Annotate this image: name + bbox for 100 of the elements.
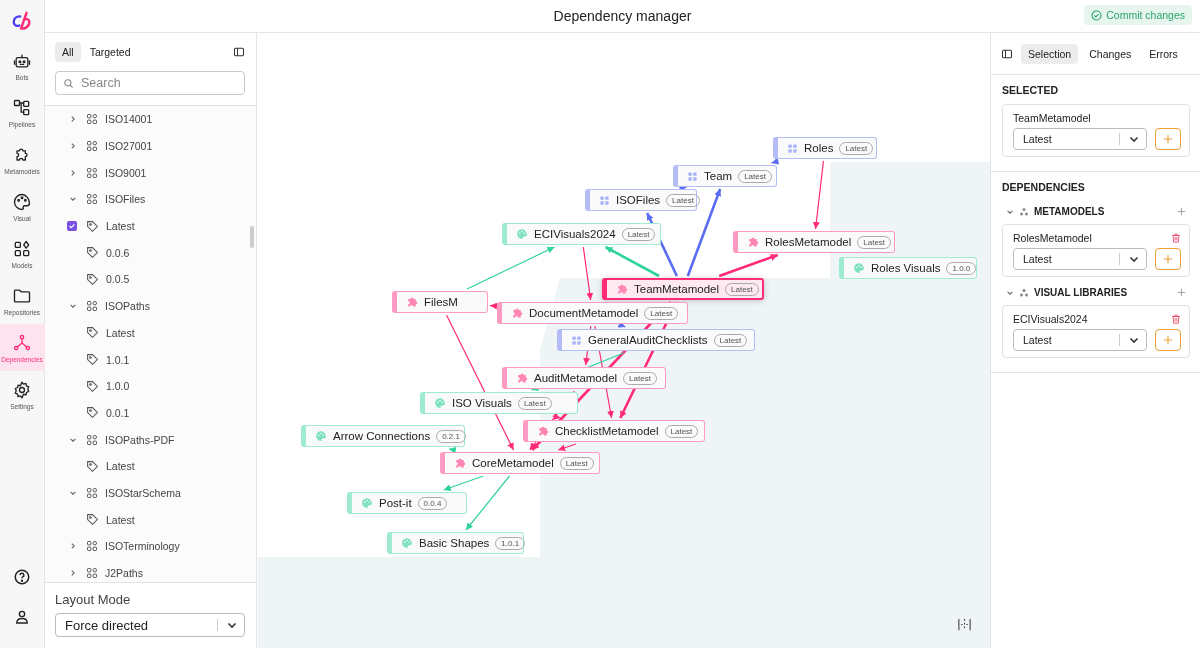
tag-icon: [86, 272, 99, 286]
panel-toggle-icon[interactable]: [1001, 47, 1013, 60]
model-icon: [86, 166, 98, 179]
chevron-icon[interactable]: [69, 195, 77, 204]
graph-node[interactable]: TeamMetamodel Latest: [602, 278, 764, 300]
columns-icon[interactable]: [957, 617, 972, 632]
graph-node[interactable]: ECIVisuals2024 Latest: [502, 223, 661, 245]
graph-node[interactable]: ISO Visuals Latest: [420, 392, 578, 414]
tree-item[interactable]: 1.0.0: [106, 380, 130, 393]
tag-icon: [86, 459, 99, 473]
tree-item[interactable]: ISO14001: [105, 113, 153, 126]
network-icon: [12, 332, 32, 353]
chevron-icon[interactable]: [69, 542, 77, 551]
chevron-icon[interactable]: [69, 302, 77, 311]
tree-item[interactable]: 1.0.1: [106, 353, 130, 366]
model-icon: [86, 567, 98, 580]
palette-icon: [434, 397, 446, 409]
filter-tab[interactable]: Targeted: [82, 42, 138, 62]
check-circle-icon: [1091, 9, 1103, 21]
tree-item[interactable]: ISOFiles: [105, 193, 146, 206]
grid-icon: [599, 194, 610, 206]
version-select[interactable]: Latest: [1013, 248, 1147, 270]
layout-mode-select[interactable]: Force directed: [55, 613, 245, 637]
puzzle-icon: [511, 307, 523, 319]
tag-icon: [86, 513, 99, 527]
version-checkbox[interactable]: [67, 221, 77, 232]
tree-item[interactable]: 0.0.5: [106, 273, 130, 286]
graph-node[interactable]: Post-it 0.0.4: [347, 492, 467, 514]
graph-node[interactable]: RolesMetamodel Latest: [733, 231, 895, 253]
tree-item[interactable]: ISO27001: [105, 140, 153, 153]
tree-item[interactable]: ISOPaths: [105, 300, 150, 313]
tag-icon: [86, 406, 99, 420]
tree-item[interactable]: Latest: [106, 513, 135, 526]
user-icon[interactable]: [13, 608, 31, 626]
cluster-icon: [1019, 287, 1029, 298]
graph-node[interactable]: Basic Shapes 1.0.1: [387, 532, 524, 554]
tree-item[interactable]: Latest: [106, 460, 135, 473]
puzzle-icon: [454, 457, 466, 469]
panel-tab[interactable]: Selection: [1021, 43, 1079, 64]
graph-node[interactable]: CoreMetamodel Latest: [440, 452, 600, 474]
search-field[interactable]: Search: [55, 71, 245, 95]
palette-icon: [853, 262, 865, 274]
plus-icon: [1163, 254, 1173, 264]
tree-item[interactable]: Latest: [106, 220, 135, 233]
tree-item[interactable]: Latest: [106, 326, 135, 339]
tree-item[interactable]: 0.0.6: [106, 246, 130, 259]
graph-node[interactable]: ChecklistMetamodel Latest: [523, 420, 705, 442]
graph-node[interactable]: FilesM: [392, 291, 488, 313]
puzzle-icon: [516, 372, 528, 384]
add-icon[interactable]: [1177, 207, 1186, 216]
package-name: RolesMetamodel: [1013, 232, 1092, 244]
model-icon: [86, 193, 98, 206]
model-icon: [86, 486, 98, 499]
chevron-icon[interactable]: [69, 115, 77, 124]
tree-item[interactable]: J2Paths: [105, 567, 143, 580]
version-select[interactable]: Latest: [1013, 128, 1147, 150]
trash-icon[interactable]: [1171, 314, 1181, 324]
graph-node[interactable]: Team Latest: [673, 165, 777, 187]
graph-node[interactable]: Roles Latest: [773, 137, 877, 159]
trash-icon[interactable]: [1171, 233, 1181, 243]
tree-item[interactable]: ISOPaths-PDF: [105, 433, 175, 446]
search-icon: [63, 77, 74, 89]
dependency-arrow: [770, 157, 780, 165]
panel-tab[interactable]: Changes: [1082, 43, 1139, 64]
chevron-icon[interactable]: [69, 142, 77, 151]
model-icon: [86, 540, 98, 553]
palette-icon: [315, 430, 327, 442]
palette-icon: [401, 537, 413, 549]
tree-item[interactable]: ISO9001: [105, 166, 147, 179]
graph-node[interactable]: AuditMetamodel Latest: [502, 367, 666, 389]
puzzle-icon: [616, 283, 628, 295]
tag-icon: [86, 379, 99, 393]
chevron-icon[interactable]: [69, 168, 77, 177]
grid-icon: [571, 334, 582, 346]
tag-icon: [86, 246, 99, 260]
tree-item[interactable]: ISOTerminology: [105, 540, 180, 553]
section-heading: DEPENDENCIES: [1002, 181, 1086, 193]
graph-node[interactable]: ISOFiles Latest: [585, 189, 697, 211]
chevron-icon[interactable]: [69, 569, 77, 578]
add-icon[interactable]: [1177, 288, 1186, 297]
tree-item[interactable]: ISOStarSchema: [105, 486, 181, 499]
puzzle-icon: [537, 425, 549, 437]
page-title: Dependency manager: [553, 8, 692, 24]
panel-tab[interactable]: Errors: [1142, 43, 1185, 64]
settings-icon: [12, 379, 32, 400]
version-select[interactable]: Latest: [1013, 329, 1147, 351]
graph-node[interactable]: Arrow Connections 0.2.1: [301, 425, 465, 447]
cluster-icon: [1019, 206, 1029, 217]
graph-node[interactable]: Roles Visuals 1.0.0: [839, 257, 977, 279]
plus-icon: [1163, 134, 1173, 144]
puzzle-icon: [747, 236, 759, 248]
group-heading: METAMODELS: [1034, 206, 1105, 217]
group-heading: VISUAL LIBRARIES: [1034, 287, 1128, 298]
graph-node[interactable]: DocumentMetamodel Latest: [497, 302, 688, 324]
graph-node[interactable]: GeneralAuditChecklists Latest: [557, 329, 755, 351]
filter-tab[interactable]: All: [55, 42, 81, 62]
sidebar-toggle-icon[interactable]: [233, 46, 245, 58]
tree-item[interactable]: 0.0.1: [106, 406, 130, 419]
palette-icon: [516, 228, 528, 240]
help-icon[interactable]: [13, 568, 31, 586]
